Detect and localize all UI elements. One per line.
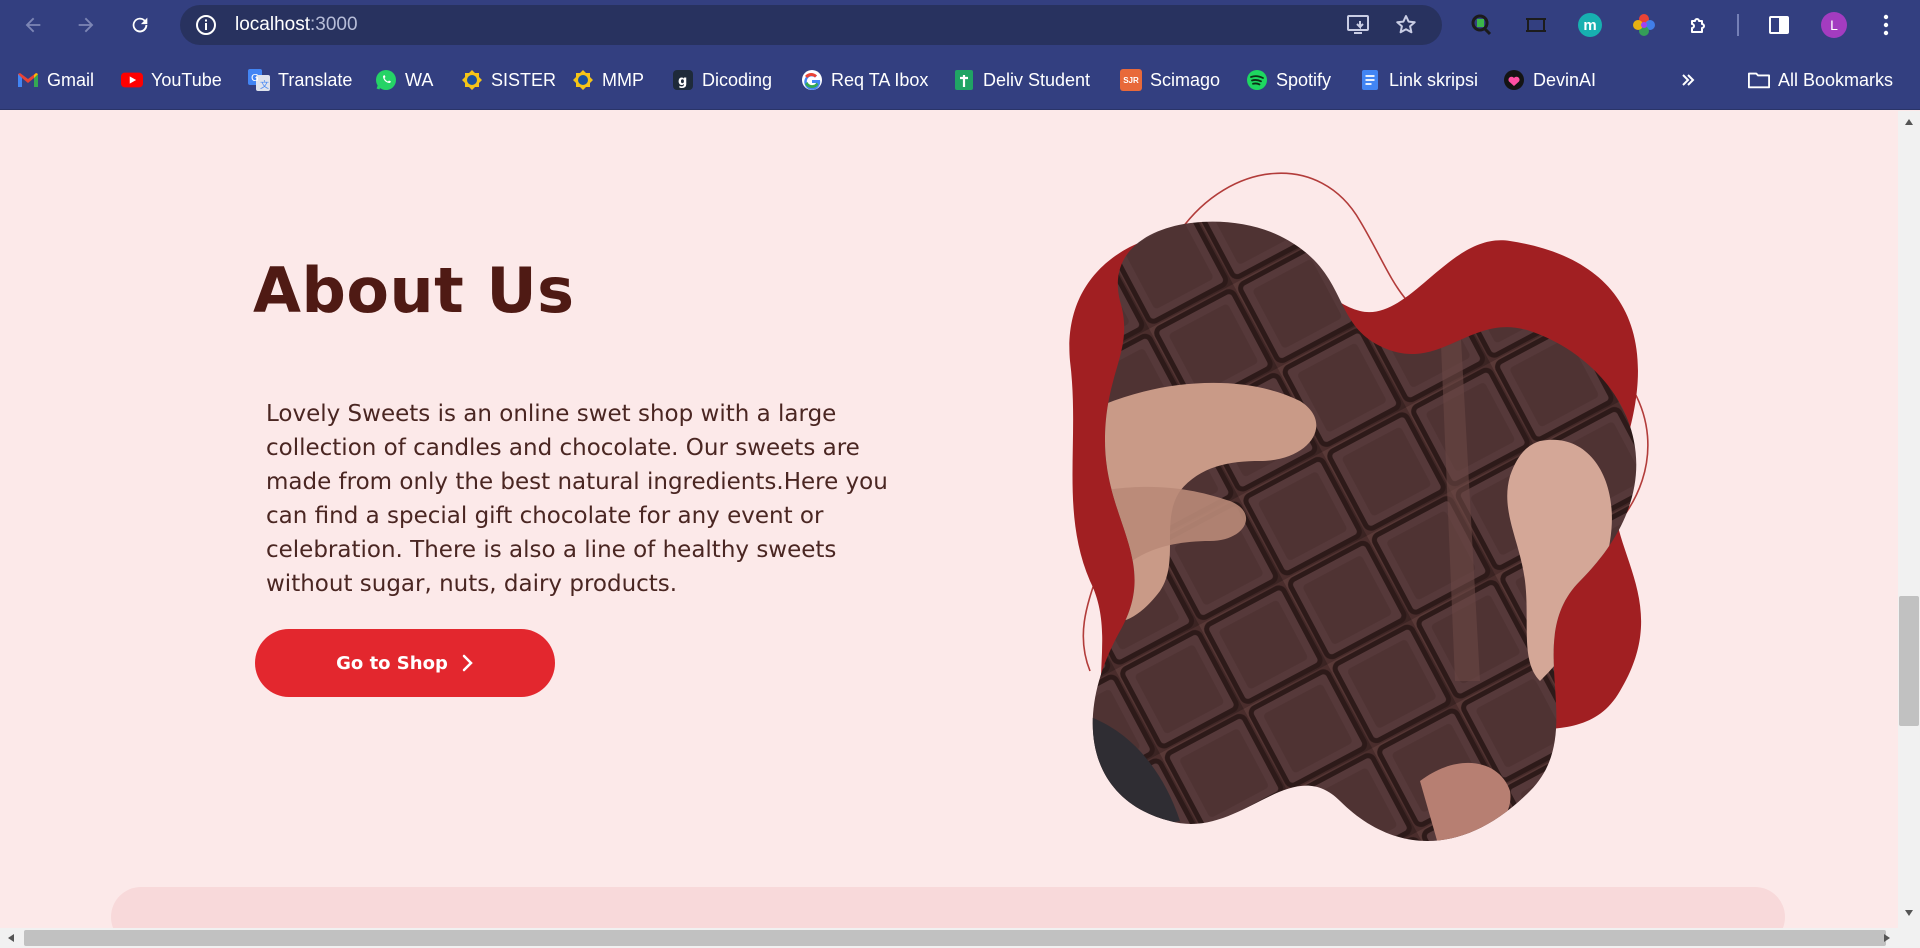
extensions-puzzle-icon[interactable]	[1684, 10, 1714, 40]
bookmark-label: Scimago	[1150, 69, 1221, 90]
bookmark-devinai[interactable]: DevinAI	[1503, 66, 1596, 94]
whatsapp-icon	[375, 69, 397, 91]
about-description: Lovely Sweets is an online swet shop wit…	[266, 401, 888, 597]
m-extension-icon[interactable]: m	[1575, 10, 1605, 40]
vertical-scrollbar-track[interactable]	[1898, 111, 1920, 928]
bookmark-dicoding[interactable]: g Dicoding	[672, 66, 772, 94]
back-button[interactable]	[17, 9, 49, 41]
horizontal-scrollbar-thumb[interactable]	[24, 930, 1886, 946]
scimago-icon: SJR	[1120, 69, 1142, 91]
all-bookmarks-button[interactable]: All Bookmarks	[1748, 66, 1893, 94]
google-icon	[801, 69, 823, 91]
color-picker-extension-icon[interactable]	[1629, 10, 1659, 40]
bookmark-label: Link skripsi	[1389, 69, 1479, 90]
chocolate-blob-illustration	[1060, 161, 1760, 881]
bookmark-label: Spotify	[1276, 69, 1332, 90]
evernote-extension-icon[interactable]	[1467, 10, 1497, 40]
page-viewport: About Us Lovely Sweets is an online swet…	[0, 111, 1898, 928]
sheets-icon	[953, 69, 975, 91]
youtube-icon	[121, 69, 143, 91]
back-arrow-icon	[25, 17, 41, 33]
folder-icon	[1748, 69, 1770, 91]
browser-toolbar: localhost:3000 m L	[0, 0, 1920, 50]
next-section-card	[111, 887, 1785, 928]
bookmark-scimago[interactable]: SJR Scimago	[1120, 66, 1220, 94]
dicoding-icon: g	[672, 69, 694, 91]
toolbar-divider	[1737, 14, 1739, 36]
mmp-icon	[572, 69, 594, 91]
reload-icon	[132, 17, 148, 33]
scroll-down-arrow-icon[interactable]	[1902, 906, 1916, 920]
vertical-scrollbar-thumb[interactable]	[1899, 596, 1919, 726]
bookmarks-bar: Gmail YouTube G文 Translate WA SISTER MMP…	[0, 50, 1920, 143]
screenshot-extension-icon[interactable]	[1521, 10, 1551, 40]
gmail-icon	[17, 69, 39, 91]
devinai-icon	[1503, 69, 1525, 91]
url-text[interactable]: localhost:3000	[235, 14, 358, 36]
scroll-left-arrow-icon[interactable]	[4, 931, 18, 945]
bookmark-star-icon[interactable]	[1394, 13, 1418, 37]
bookmark-link-skripsi[interactable]: Link skripsi	[1359, 66, 1478, 94]
more-bookmarks-button[interactable]	[1677, 66, 1699, 94]
bookmark-gmail[interactable]: Gmail	[17, 66, 94, 94]
bookmark-mmp[interactable]: MMP	[572, 66, 644, 94]
bookmark-label: Req TA Ibox	[831, 69, 929, 90]
all-bookmarks-label: All Bookmarks	[1778, 69, 1894, 90]
forward-button[interactable]	[70, 9, 102, 41]
bookmark-label: SISTER	[491, 69, 557, 90]
bookmark-label: Deliv Student	[983, 69, 1091, 90]
profile-avatar[interactable]: L	[1819, 10, 1849, 40]
chevron-right-icon	[462, 654, 473, 672]
go-to-shop-button[interactable]: Go to Shop	[255, 629, 555, 697]
svg-text:文: 文	[260, 79, 269, 91]
svg-text:G: G	[251, 73, 259, 84]
reload-button[interactable]	[124, 9, 156, 41]
bookmark-youtube[interactable]: YouTube	[121, 66, 222, 94]
double-chevron-right-icon	[1677, 69, 1699, 91]
bookmark-translate[interactable]: G文 Translate	[248, 66, 352, 94]
bookmark-label: Dicoding	[702, 69, 773, 90]
bookmark-sister[interactable]: SISTER	[461, 66, 556, 94]
install-app-icon[interactable]	[1346, 13, 1370, 37]
scroll-right-arrow-icon[interactable]	[1880, 931, 1894, 945]
bookmark-label: MMP	[602, 69, 644, 90]
bookmark-label: WA	[405, 69, 434, 90]
bookmark-spotify[interactable]: Spotify	[1246, 66, 1331, 94]
bookmark-label: Gmail	[47, 69, 95, 90]
bookmark-deliv-student[interactable]: Deliv Student	[953, 66, 1090, 94]
spotify-icon	[1246, 69, 1268, 91]
address-bar[interactable]: localhost:3000	[180, 5, 1442, 45]
docs-icon	[1359, 69, 1381, 91]
forward-arrow-icon	[78, 17, 94, 33]
bookmark-req-ta-ibox[interactable]: Req TA Ibox	[801, 66, 928, 94]
svg-text:g: g	[678, 74, 687, 89]
menu-kebab-icon[interactable]	[1871, 10, 1901, 40]
site-info-icon[interactable]	[194, 13, 218, 37]
sister-icon	[461, 69, 483, 91]
bookmark-label: Translate	[278, 69, 353, 90]
about-title: About Us	[253, 254, 575, 327]
go-to-shop-label: Go to Shop	[336, 652, 448, 674]
side-panel-icon[interactable]	[1764, 10, 1794, 40]
bookmark-label: DevinAI	[1533, 69, 1597, 90]
scroll-up-arrow-icon[interactable]	[1902, 115, 1916, 129]
bookmark-wa[interactable]: WA	[375, 66, 433, 94]
translate-icon: G文	[248, 69, 270, 91]
bookmark-label: YouTube	[151, 69, 222, 90]
